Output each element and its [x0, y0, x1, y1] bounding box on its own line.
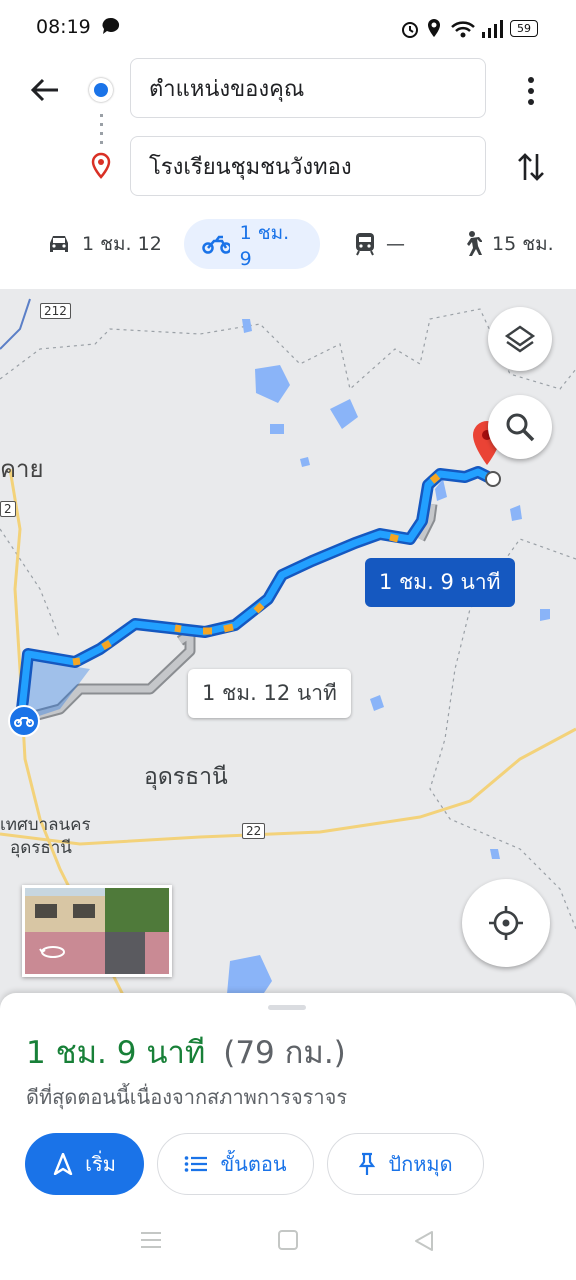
- mode-walk[interactable]: 15 ชม.: [460, 219, 554, 269]
- steps-button[interactable]: ขั้นตอน: [157, 1133, 314, 1195]
- route-note: ดีที่สุดตอนนี้เนื่องจากสภาพการจราจร: [26, 1085, 348, 1109]
- signal-icon: [482, 20, 503, 38]
- alarm-icon: [402, 22, 418, 38]
- origin-marker[interactable]: [8, 705, 40, 737]
- route-summary: 1 ชม. 9 นาที (79 กม.): [26, 1027, 346, 1077]
- municipality-label-line2: อุดรธานี: [10, 838, 72, 858]
- route-distance: (79 กม.): [223, 1035, 346, 1071]
- list-icon: [185, 1156, 208, 1172]
- mode-car[interactable]: 1 ชม. 12: [46, 219, 162, 269]
- train-icon: [356, 233, 374, 256]
- origin-text: ตำแหน่งของคุณ: [149, 76, 305, 102]
- mode-transit[interactable]: —: [354, 219, 405, 269]
- status-bar: 08:19 59: [0, 0, 576, 56]
- mode-motorcycle-label: 1 ชม. 9: [239, 222, 290, 270]
- drag-handle[interactable]: [268, 1005, 306, 1010]
- home-nav-icon[interactable]: [277, 1230, 299, 1250]
- back-nav-icon[interactable]: [413, 1230, 435, 1252]
- place-label-partial: คาย: [0, 455, 44, 483]
- my-location-button[interactable]: [462, 879, 550, 967]
- pin-label: ปักหมุด: [388, 1152, 453, 1176]
- pin-icon: [359, 1152, 376, 1175]
- layers-icon: [504, 325, 536, 353]
- alt-route-time: 1 ชม. 12 นาที: [202, 681, 337, 705]
- swap-icon[interactable]: [516, 150, 546, 184]
- menu-nav-icon[interactable]: [140, 1230, 162, 1250]
- walking-icon: [467, 231, 482, 256]
- road-sign-212: 212: [40, 303, 71, 319]
- destination-pin-icon: [91, 152, 111, 179]
- mode-car-label: 1 ชม. 12: [82, 233, 162, 255]
- directions-header: ตำแหน่งของคุณ โรงเรียนชุมชนวังทอง 1 ชม. …: [0, 56, 576, 289]
- origin-dot-icon: [89, 78, 113, 102]
- origin-input[interactable]: ตำแหน่งของคุณ: [130, 58, 486, 118]
- start-button[interactable]: เริ่ม: [25, 1133, 144, 1195]
- mode-motorcycle[interactable]: 1 ชม. 9: [184, 219, 320, 270]
- destination-text: โรงเรียนชุมชนวังทอง: [149, 154, 352, 180]
- status-time: 08:19: [36, 16, 91, 38]
- street-view-thumbnail[interactable]: [22, 885, 172, 977]
- navigation-arrow-icon: [53, 1153, 73, 1175]
- crosshair-icon: [489, 906, 523, 940]
- chat-bubble-icon: [102, 17, 120, 34]
- street-view-icon: [39, 946, 65, 958]
- layers-button[interactable]: [488, 307, 552, 371]
- search-icon: [506, 413, 535, 442]
- battery-icon: 59: [510, 20, 538, 37]
- alt-route-label[interactable]: 1 ชม. 12 นาที: [188, 669, 351, 718]
- start-label: เริ่ม: [85, 1152, 116, 1176]
- pin-button[interactable]: ปักหมุด: [327, 1133, 484, 1195]
- back-arrow-icon[interactable]: [28, 76, 62, 104]
- location-icon: [428, 19, 440, 37]
- selected-route-label[interactable]: 1 ชม. 9 นาที: [365, 558, 515, 607]
- motorcycle-icon: [202, 235, 230, 254]
- more-options-icon[interactable]: [522, 74, 540, 108]
- road-sign-22: 22: [242, 823, 266, 839]
- selected-route-time: 1 ชม. 9 นาที: [379, 570, 501, 594]
- mode-transit-label: —: [386, 233, 405, 255]
- road-sign-2: 2: [0, 501, 16, 517]
- map-view[interactable]: คาย อุดรธานี เทศบาลนคร อุดรธานี 212 2 22…: [0, 289, 576, 1009]
- motorcycle-marker-icon: [14, 717, 34, 727]
- steps-label: ขั้นตอน: [220, 1152, 287, 1176]
- city-label: อุดรธานี: [144, 764, 228, 790]
- destination-input[interactable]: โรงเรียนชุมชนวังทอง: [130, 136, 486, 196]
- route-dots: [100, 114, 103, 144]
- car-icon: [50, 236, 68, 252]
- route-duration: 1 ชม. 9 นาที: [26, 1035, 206, 1071]
- mode-walk-label: 15 ชม.: [492, 233, 554, 255]
- wifi-icon: [451, 21, 475, 38]
- search-button[interactable]: [488, 395, 552, 459]
- battery-level: 59: [517, 22, 531, 35]
